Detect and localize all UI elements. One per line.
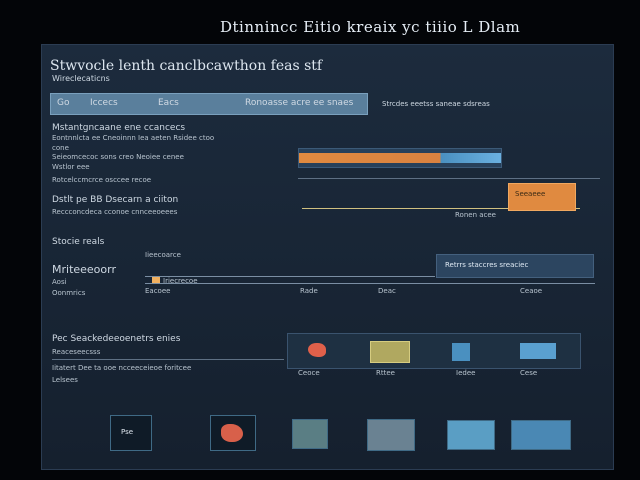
section4-sub2: Iitatert Dee ta ooe ncceeceieoe foritcee [52,364,192,372]
section1-row1: Eontnnlcta ee Cneoinnn Iea aeten Rsidee … [52,134,215,142]
section3-banner[interactable]: Retrrs staccres sreaciec [436,254,594,278]
media-caption-3: Iedee [456,369,476,377]
toolbar-button-2[interactable]: Iccecs [90,98,118,108]
section2-card-sub: Ronen acee [455,211,496,219]
toolbar-button-1[interactable]: Go [57,98,69,108]
divider-1 [298,178,600,179]
thumbnail-6[interactable] [511,420,571,450]
media-caption-1: Ceoce [298,369,320,377]
section3-label1: Mriteeeoorr [52,263,116,276]
divider-3 [52,359,284,360]
section1-row5: Rotcelccmcrce osccee recoe [52,176,152,184]
media-caption-4: Cese [520,369,538,377]
section1-row4: Wstlor eee [52,163,90,171]
progress-track-1 [298,148,502,168]
section1-title: Mstantgncaane ene ccancecs [52,123,186,133]
section3-label2: Aosi [52,278,67,286]
thumbnail-2-image [221,424,243,442]
media-caption-2: Rttee [376,369,395,377]
thumbnail-5[interactable] [447,420,495,450]
section4-sub1: Reaceseecsss [52,348,101,356]
section2-card-label: Seeaeee [515,190,546,198]
section4-title: Pec Seackedeeoenetrs enies [52,334,181,344]
thumbnail-2[interactable] [210,415,256,451]
chart-line-1 [145,276,435,277]
app-subheading: Wireclecaticns [52,74,110,83]
axis-tick-2: Rade [300,287,318,295]
section2-card[interactable]: Seeaeee [508,183,576,211]
image-icon-2[interactable] [370,341,410,363]
progress-fill-1 [299,153,501,163]
axis-tick-4: Ceaoe [520,287,543,295]
toolbar-button-4[interactable]: Ronoasse acre ee snaes [245,98,353,108]
thumbnail-4[interactable] [367,419,415,451]
thumbnail-3[interactable] [292,419,328,449]
thumbnail-1[interactable]: Pse [110,415,152,451]
axis-tick-1: Eacoee [145,287,171,295]
toolbar-right-text: Strcdes eeetss saneae sdsreas [382,100,490,108]
toolbar-button-3[interactable]: Eacs [158,98,179,108]
app-heading: Stwvocle lenth canclbcawthon feas stf [50,58,323,74]
section2-subtitle: Reccconcdeca cconoe cnnceeoeees [52,208,178,216]
window-title: Dtinnincc Eitio kreaix yc tiiio L Dlam [220,18,521,36]
section3-label3: Oonmrics [52,289,86,297]
image-icon-1[interactable] [308,343,326,357]
section1-row3: Seieomcecoc sons creo Neoiee cenee [52,153,184,161]
section4-sub3: Lelsees [52,376,78,384]
section1-row2: cone [52,144,69,152]
legend-item-1: Iieecoarce [145,251,181,259]
section3-title: Stocie reals [52,237,105,247]
image-icon-4[interactable] [520,343,556,359]
section2-title: Dstlt pe BB Dsecarn a ciiton [52,195,179,205]
chart-line-2 [145,283,595,284]
media-strip [287,333,581,369]
image-icon-3[interactable] [452,343,470,361]
axis-tick-3: Deac [378,287,396,295]
